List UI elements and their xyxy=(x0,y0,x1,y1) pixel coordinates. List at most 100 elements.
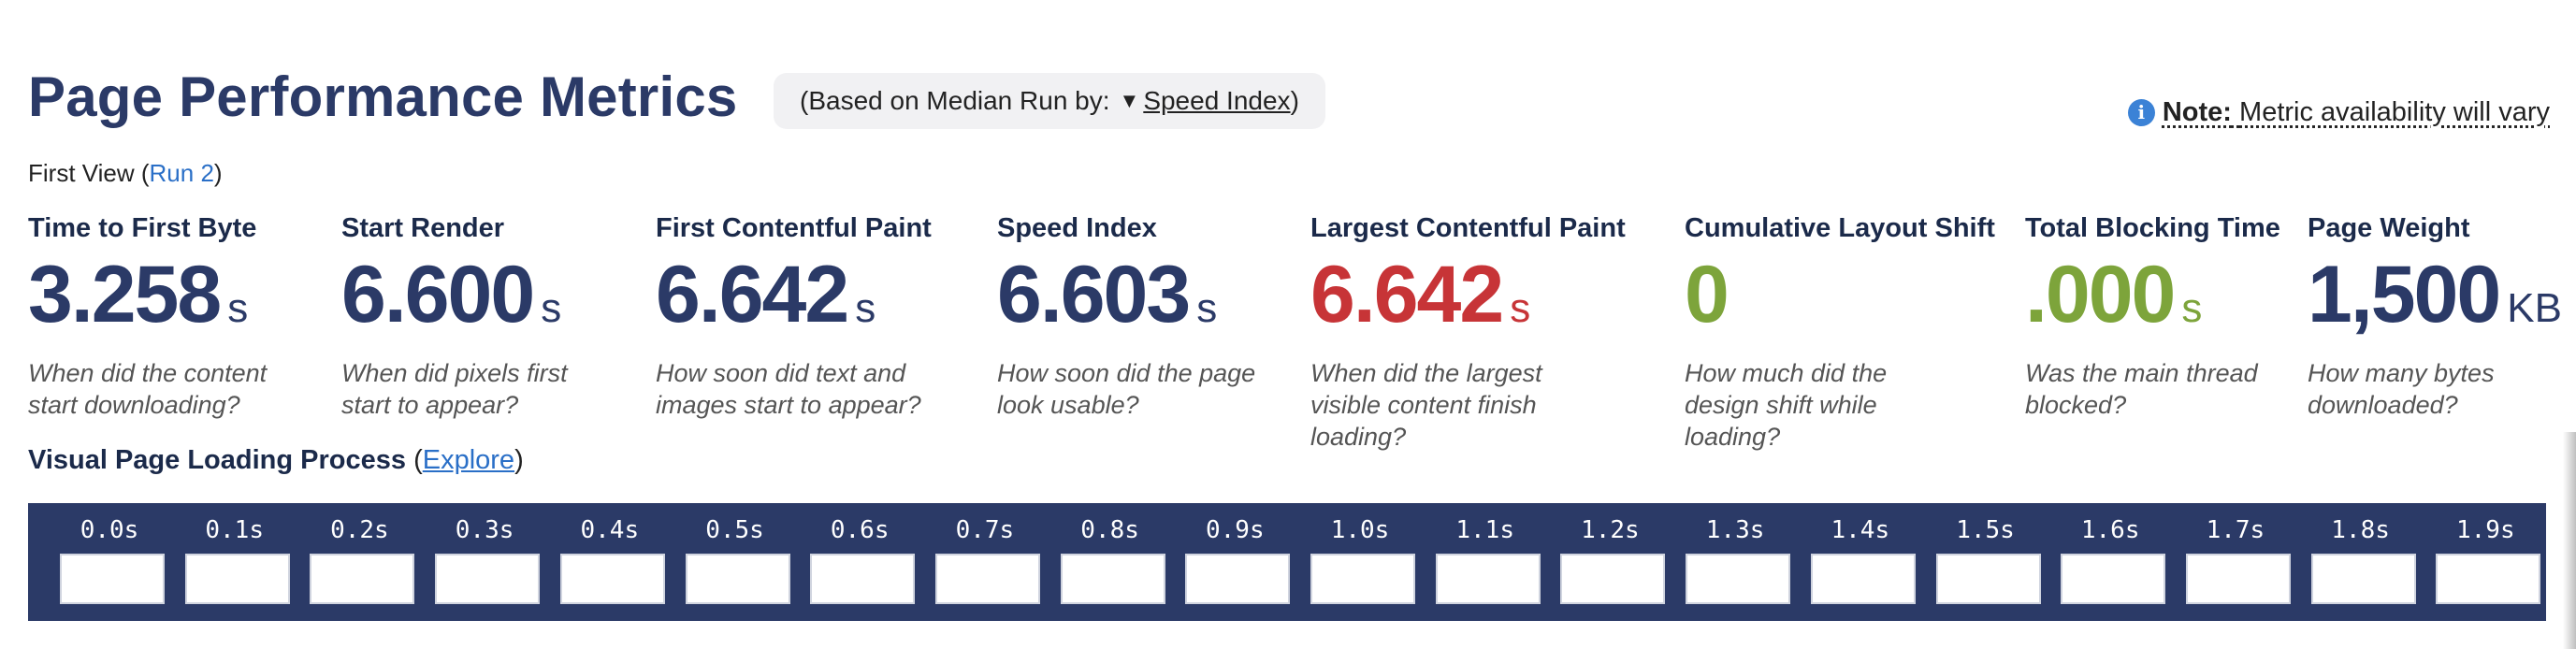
metric-description: When did pixels first start to appear? xyxy=(341,359,568,419)
metric-description: When did the largest visible content fin… xyxy=(1310,359,1542,451)
triangle-down-icon[interactable]: ▼ xyxy=(1120,73,1140,129)
frame-time: 1.2s xyxy=(1581,516,1640,544)
filmstrip-frame[interactable]: 0.2s xyxy=(306,503,415,621)
metric-unit: s xyxy=(227,285,249,331)
metric-number: 6.642 xyxy=(656,250,849,339)
filmstrip-frame[interactable]: 0.6s xyxy=(806,503,916,621)
metric-tbt: Total Blocking Time .000 s Was the main t… xyxy=(2025,211,2296,421)
filmstrip-frame[interactable]: 1.3s xyxy=(1682,503,1791,621)
frame-time: 1.1s xyxy=(1455,516,1514,544)
frame-time: 1.7s xyxy=(2206,516,2265,544)
metric-description: How much did the design shift while load… xyxy=(1685,359,1888,451)
median-metric-link[interactable]: Speed Index xyxy=(1143,86,1290,115)
filmstrip-frame[interactable]: 0.4s xyxy=(557,503,665,621)
frame-thumbnail[interactable] xyxy=(2436,554,2541,604)
frame-thumbnail[interactable] xyxy=(1185,554,1291,604)
frame-time: 1.5s xyxy=(1956,516,2015,544)
frame-thumbnail[interactable] xyxy=(1935,554,2041,604)
metric-unit: s xyxy=(541,285,562,331)
metric-page-weight: Page Weight 1,500 KB How many bytes downl… xyxy=(2308,211,2576,421)
metric-value: 6.642 s xyxy=(1310,252,1626,337)
frame-time: 0.9s xyxy=(1205,516,1265,544)
filmstrip-frame[interactable]: 1.9s xyxy=(2432,503,2541,621)
metric-description: How soon did the page look usable? xyxy=(997,359,1256,419)
filmstrip-frame[interactable]: 1.6s xyxy=(2057,503,2166,621)
metric-unit: KB xyxy=(2507,285,2562,331)
frame-thumbnail[interactable] xyxy=(184,554,290,604)
frame-thumbnail[interactable] xyxy=(310,554,415,604)
frame-time: 1.9s xyxy=(2455,516,2515,544)
metric-ttfb: Time to First Byte 3.258 s When did the c… xyxy=(28,211,299,421)
frame-thumbnail[interactable] xyxy=(685,554,790,604)
frame-thumbnail[interactable] xyxy=(934,554,1040,604)
frame-thumbnail[interactable] xyxy=(435,554,541,604)
metric-value: 6.603 s xyxy=(997,252,1268,337)
filmstrip-frame[interactable]: 0.5s xyxy=(682,503,790,621)
filmstrip-frame[interactable]: 1.4s xyxy=(1807,503,1916,621)
metric-description: Was the main thread blocked? xyxy=(2025,359,2258,419)
filmstrip-frame[interactable]: 1.8s xyxy=(2308,503,2416,621)
frame-time: 0.2s xyxy=(330,516,389,544)
metric-value: 0 xyxy=(1685,252,1995,337)
frame-thumbnail[interactable] xyxy=(1686,554,1791,604)
frame-thumbnail[interactable] xyxy=(60,554,165,604)
metric-number: 1,500 xyxy=(2308,250,2501,339)
frame-thumbnail[interactable] xyxy=(1810,554,1916,604)
filmstrip-frame[interactable]: 1.5s xyxy=(1932,503,2041,621)
frame-time: 1.3s xyxy=(1705,516,1765,544)
frame-thumbnail[interactable] xyxy=(1310,554,1415,604)
metric-fcp: First Contentful Paint 6.642 s How soon d… xyxy=(656,211,932,421)
metric-cls: Cumulative Layout Shift 0 How much did t… xyxy=(1685,211,1995,453)
frame-time: 0.6s xyxy=(830,516,890,544)
frame-thumbnail[interactable] xyxy=(559,554,665,604)
explore-link[interactable]: Explore xyxy=(423,445,514,475)
filmstrip-frame[interactable]: 0.0s xyxy=(56,503,165,621)
frame-time: 0.4s xyxy=(580,516,640,544)
frame-thumbnail[interactable] xyxy=(2061,554,2166,604)
metric-value: .000 s xyxy=(2025,252,2296,337)
frame-thumbnail[interactable] xyxy=(1435,554,1541,604)
metric-number: 6.603 xyxy=(997,250,1191,339)
median-run-prefix: (Based on Median Run by: xyxy=(800,86,1110,115)
metric-label: Start Render xyxy=(341,213,505,243)
metric-value: 6.642 s xyxy=(656,252,932,337)
metric-label: First Contentful Paint xyxy=(656,213,932,243)
filmstrip-frame[interactable]: 0.8s xyxy=(1057,503,1165,621)
filmstrip-frame[interactable]: 0.9s xyxy=(1181,503,1291,621)
filmstrip-frame[interactable]: 1.1s xyxy=(1432,503,1541,621)
filmstrip-frame[interactable]: 0.1s xyxy=(181,503,290,621)
frame-thumbnail[interactable] xyxy=(1560,554,1666,604)
metric-label: Cumulative Layout Shift xyxy=(1685,213,1995,243)
metric-speed-index: Speed Index 6.603 s How soon did the page… xyxy=(997,211,1268,421)
note-text: Metric availability will vary xyxy=(2239,97,2550,127)
median-run-suffix: ) xyxy=(1290,86,1299,115)
explore-open: ( xyxy=(406,445,423,475)
frame-thumbnail[interactable] xyxy=(810,554,916,604)
filmstrip-frame[interactable]: 1.0s xyxy=(1307,503,1415,621)
median-run-selector: (Based on Median Run by: ▼ Speed Index) xyxy=(774,73,1325,129)
frame-time: 1.8s xyxy=(2331,516,2390,544)
filmstrip-frame[interactable]: 0.3s xyxy=(431,503,541,621)
frame-time: 1.6s xyxy=(2080,516,2140,544)
frame-time: 0.7s xyxy=(955,516,1015,544)
metric-label: Time to First Byte xyxy=(28,213,257,243)
metric-number: 6.642 xyxy=(1310,250,1504,339)
note-label: Note: xyxy=(2162,97,2232,127)
scroll-edge-shadow xyxy=(2563,432,2576,649)
frame-thumbnail[interactable] xyxy=(1060,554,1165,604)
metric-label: Speed Index xyxy=(997,213,1157,243)
filmstrip-frame[interactable]: 1.7s xyxy=(2182,503,2291,621)
metric-start-render: Start Render 6.600 s When did pixels firs… xyxy=(341,211,613,421)
first-view-close: ) xyxy=(213,159,223,187)
filmstrip-frame[interactable]: 0.7s xyxy=(932,503,1040,621)
metric-description: How soon did text and images start to ap… xyxy=(656,359,921,419)
run-link[interactable]: Run 2 xyxy=(150,159,214,187)
metric-availability-note[interactable]: i Note: Metric availability will vary xyxy=(2127,97,2550,128)
filmstrip-frame[interactable]: 1.2s xyxy=(1556,503,1666,621)
frame-thumbnail[interactable] xyxy=(2310,554,2416,604)
metric-unit: s xyxy=(1196,285,1218,331)
page-title: Page Performance Metrics xyxy=(28,65,738,128)
frame-time: 1.0s xyxy=(1330,516,1390,544)
frame-thumbnail[interactable] xyxy=(2185,554,2291,604)
visual-loading-heading: Visual Page Loading Process (Explore) xyxy=(28,445,524,476)
